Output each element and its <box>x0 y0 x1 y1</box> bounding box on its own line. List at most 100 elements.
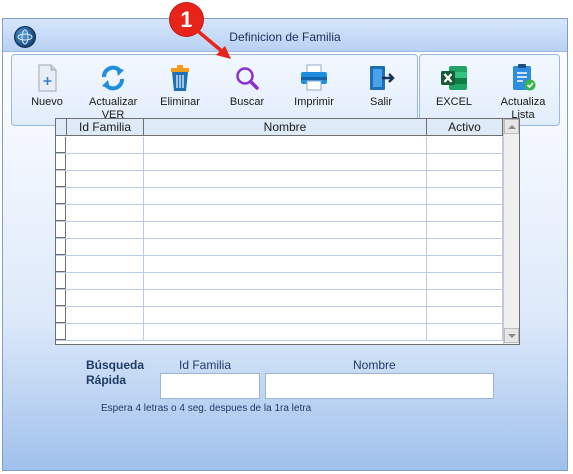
table-cell[interactable] <box>427 222 503 238</box>
scroll-up-button[interactable] <box>504 119 519 134</box>
table-cell[interactable] <box>144 205 427 221</box>
table-cell[interactable] <box>144 290 427 306</box>
actualiza-lista-button[interactable]: Actualiza Lista <box>492 58 554 124</box>
table-cell[interactable] <box>427 324 503 340</box>
buscar-label: Buscar <box>229 96 265 108</box>
row-selector[interactable] <box>56 239 66 255</box>
table-cell[interactable] <box>67 290 144 306</box>
printer-icon <box>301 64 327 91</box>
table-row[interactable] <box>56 154 503 171</box>
window-title: Definicion de Familia <box>229 30 341 44</box>
table-row[interactable] <box>56 188 503 205</box>
table-cell[interactable] <box>427 154 503 170</box>
table-cell[interactable] <box>427 239 503 255</box>
table-cell[interactable] <box>67 205 144 221</box>
table-body: Id Familia Nombre Activo <box>56 119 503 344</box>
table-cell[interactable] <box>67 273 144 289</box>
header-activo[interactable]: Activo <box>427 119 503 136</box>
row-selector[interactable] <box>56 256 66 272</box>
table-row[interactable] <box>56 239 503 256</box>
imprimir-button[interactable]: Imprimir <box>283 58 345 124</box>
chevron-up-icon <box>508 125 516 129</box>
table-row[interactable] <box>56 273 503 290</box>
table-row[interactable] <box>56 137 503 154</box>
table-cell[interactable] <box>144 137 427 153</box>
table-cell[interactable] <box>427 137 503 153</box>
table-cell[interactable] <box>427 171 503 187</box>
trash-icon <box>171 65 189 91</box>
eliminar-button[interactable]: Eliminar <box>149 58 211 124</box>
table-cell[interactable] <box>67 256 144 272</box>
row-selector[interactable] <box>56 324 66 340</box>
salir-button[interactable]: Salir <box>350 58 412 124</box>
quick-search-hint: Espera 4 letras o 4 seg. despues de la 1… <box>101 403 312 414</box>
table-cell[interactable] <box>67 222 144 238</box>
table-cell[interactable] <box>144 256 427 272</box>
table-cell[interactable] <box>427 307 503 323</box>
quick-search-id-input[interactable] <box>160 373 260 399</box>
toolbar-main: Nuevo Actualizar VER Eliminar Buscar Imp… <box>11 54 418 126</box>
row-selector[interactable] <box>56 171 66 187</box>
row-selector[interactable] <box>56 307 66 323</box>
toolbar-export: EXCEL Actualiza Lista <box>419 54 560 126</box>
table-cell[interactable] <box>144 273 427 289</box>
excel-label: EXCEL <box>435 96 473 108</box>
table-row[interactable] <box>56 205 503 222</box>
table-cell[interactable] <box>67 171 144 187</box>
table-cell[interactable] <box>427 188 503 204</box>
excel-button[interactable]: EXCEL <box>423 58 485 124</box>
row-selector[interactable] <box>56 290 66 306</box>
quick-search-title: Búsqueda Rápida <box>86 358 145 387</box>
table-cell[interactable] <box>427 290 503 306</box>
quick-search-id-label: Id Familia <box>179 358 232 372</box>
table-row[interactable] <box>56 222 503 239</box>
table-cell[interactable] <box>67 154 144 170</box>
nuevo-button[interactable]: Nuevo <box>16 58 78 124</box>
excel-icon <box>441 66 467 90</box>
list-check-icon <box>513 64 536 91</box>
row-selector[interactable] <box>56 154 66 170</box>
scroll-down-button[interactable] <box>504 328 519 343</box>
table-row[interactable] <box>56 324 503 341</box>
exit-door-icon <box>370 66 395 90</box>
table-cell[interactable] <box>144 239 427 255</box>
eliminar-label: Eliminar <box>160 96 200 108</box>
title-bar: Definicion de Familia <box>3 19 567 52</box>
nuevo-label: Nuevo <box>31 96 63 108</box>
actualizar-button[interactable]: Actualizar VER <box>82 58 144 124</box>
row-selector[interactable] <box>56 273 66 289</box>
header-id-familia[interactable]: Id Familia <box>67 119 144 136</box>
annotation-arrow-icon <box>191 25 231 59</box>
row-selector[interactable] <box>56 137 66 153</box>
table-cell[interactable] <box>427 273 503 289</box>
table-cell[interactable] <box>144 307 427 323</box>
row-selector[interactable] <box>56 222 66 238</box>
buscar-button[interactable]: Buscar <box>216 58 278 124</box>
row-selector[interactable] <box>56 205 66 221</box>
table-cell[interactable] <box>427 256 503 272</box>
table-cell[interactable] <box>144 188 427 204</box>
table-cell[interactable] <box>427 205 503 221</box>
table-cell[interactable] <box>67 137 144 153</box>
table-cell[interactable] <box>67 239 144 255</box>
table-cell[interactable] <box>144 154 427 170</box>
row-selector[interactable] <box>56 188 66 204</box>
refresh-icon <box>102 65 124 91</box>
table-cell[interactable] <box>67 307 144 323</box>
table-row[interactable] <box>56 256 503 273</box>
salir-label: Salir <box>369 96 392 108</box>
table-cell[interactable] <box>67 188 144 204</box>
quick-search-nombre-input[interactable] <box>265 373 494 399</box>
table-row[interactable] <box>56 307 503 324</box>
familia-table[interactable]: Id Familia Nombre Activo <box>55 118 520 345</box>
header-nombre[interactable]: Nombre <box>144 119 427 136</box>
table-cell[interactable] <box>67 324 144 340</box>
vertical-scrollbar[interactable] <box>503 119 519 344</box>
table-cell[interactable] <box>144 222 427 238</box>
table-row[interactable] <box>56 290 503 307</box>
table-header: Id Familia Nombre Activo <box>56 119 503 136</box>
table-row[interactable] <box>56 171 503 188</box>
imprimir-label: Imprimir <box>294 96 334 108</box>
table-cell[interactable] <box>144 324 427 340</box>
table-cell[interactable] <box>144 171 427 187</box>
